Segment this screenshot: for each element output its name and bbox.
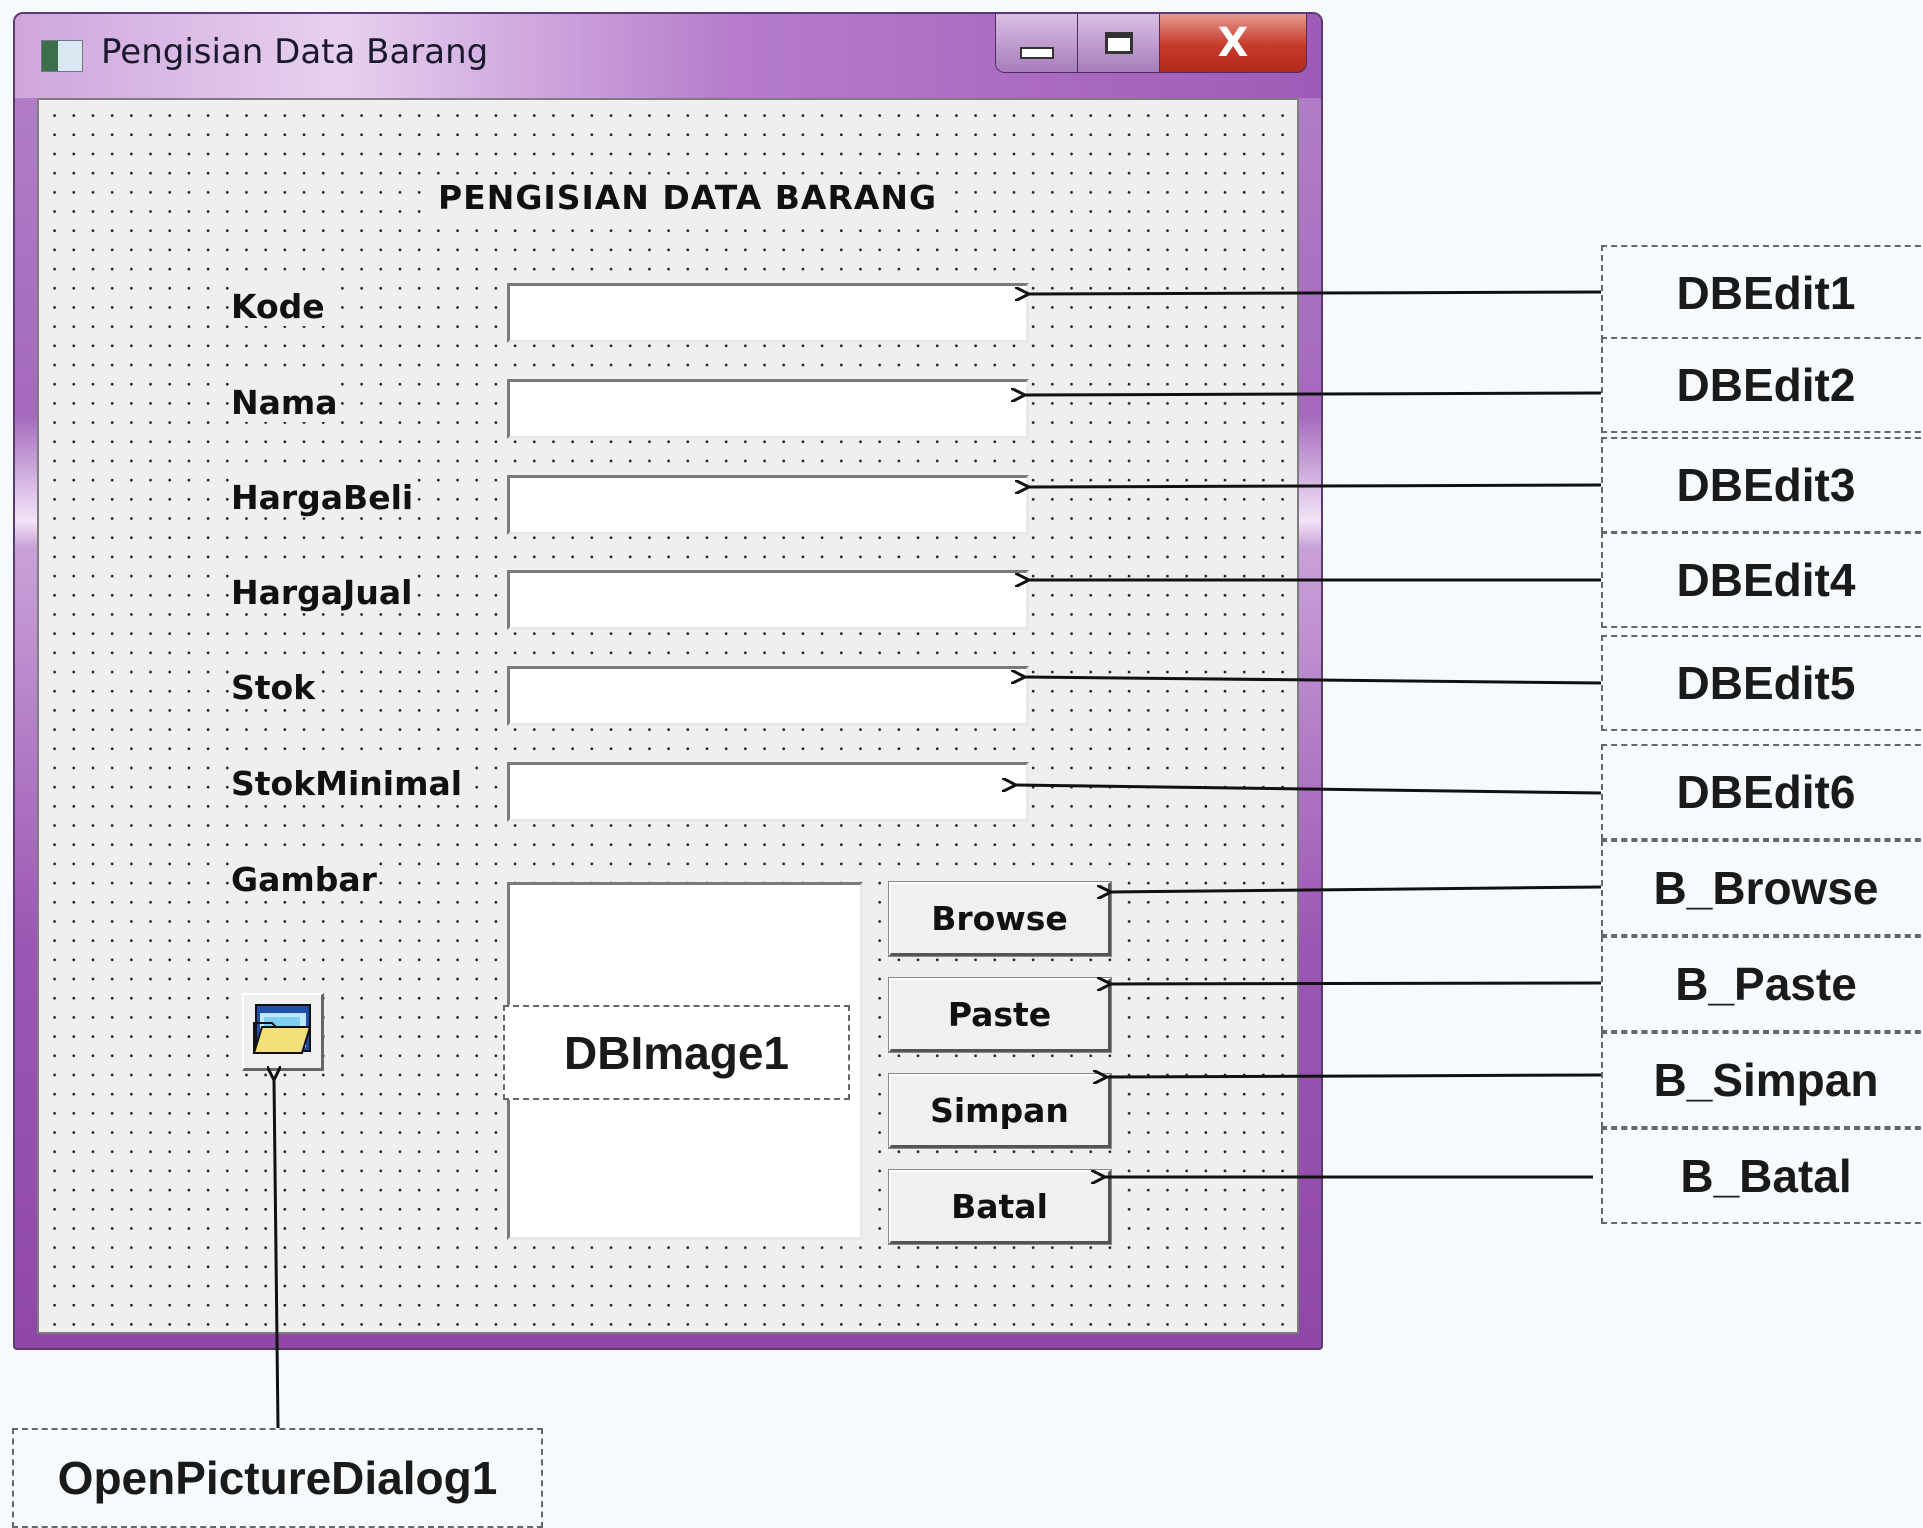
label-harga-beli: HargaBeli <box>229 478 416 517</box>
open-folder-icon <box>252 1003 311 1054</box>
annotation-b-batal: B_Batal <box>1601 1128 1923 1224</box>
dbedit4-harga-jual-field[interactable] <box>507 570 1029 630</box>
label-stok-minimal: StokMinimal <box>229 764 465 803</box>
dbedit1-kode-field[interactable] <box>507 283 1029 343</box>
label-harga-jual: HargaJual <box>229 573 415 612</box>
annotation-dbedit4: DBEdit4 <box>1601 532 1923 628</box>
form-heading: PENGISIAN DATA BARANG <box>434 178 942 217</box>
annotation-dbedit5: DBEdit5 <box>1601 635 1923 731</box>
simpan-button[interactable]: Simpan <box>888 1073 1112 1149</box>
dbedit5-stok-field[interactable] <box>507 666 1029 726</box>
dbedit6-stok-minimal-field[interactable] <box>507 762 1029 822</box>
dbedit2-nama-field[interactable] <box>507 379 1029 439</box>
batal-button[interactable]: Batal <box>888 1169 1112 1245</box>
maximize-icon <box>1104 32 1133 54</box>
minimize-icon <box>1019 47 1054 59</box>
annotation-b-paste: B_Paste <box>1601 936 1923 1032</box>
paste-button[interactable]: Paste <box>888 977 1112 1053</box>
label-nama: Nama <box>229 383 340 422</box>
annotation-dbedit3: DBEdit3 <box>1601 437 1923 533</box>
open-picture-dialog-component[interactable] <box>242 993 324 1071</box>
annotation-open-picture-dialog: OpenPictureDialog1 <box>12 1428 543 1528</box>
window-title: Pengisian Data Barang <box>101 32 489 72</box>
annotation-dbimage1: DBImage1 <box>503 1005 850 1100</box>
form-client-area: PENGISIAN DATA BARANG Kode Nama HargaBel… <box>37 98 1299 1334</box>
minimize-button[interactable] <box>996 14 1078 72</box>
form-window: Pengisian Data Barang X PENGISIAN DATA B… <box>13 12 1323 1350</box>
annotation-b-simpan: B_Simpan <box>1601 1032 1923 1128</box>
close-icon: X <box>1217 20 1249 66</box>
label-stok: Stok <box>229 668 318 707</box>
annotation-dbedit2: DBEdit2 <box>1601 337 1923 433</box>
annotation-b-browse: B_Browse <box>1601 840 1923 936</box>
title-bar[interactable]: Pengisian Data Barang X <box>15 14 1321 98</box>
label-gambar: Gambar <box>229 860 379 899</box>
maximize-button[interactable] <box>1078 14 1160 72</box>
browse-button[interactable]: Browse <box>888 881 1112 957</box>
close-button[interactable]: X <box>1160 14 1306 72</box>
caption-buttons: X <box>995 14 1307 73</box>
annotation-dbedit1: DBEdit1 <box>1601 245 1923 341</box>
annotation-dbedit6: DBEdit6 <box>1601 744 1923 840</box>
dbedit3-harga-beli-field[interactable] <box>507 475 1029 535</box>
label-kode: Kode <box>229 287 327 326</box>
app-icon <box>41 40 83 72</box>
